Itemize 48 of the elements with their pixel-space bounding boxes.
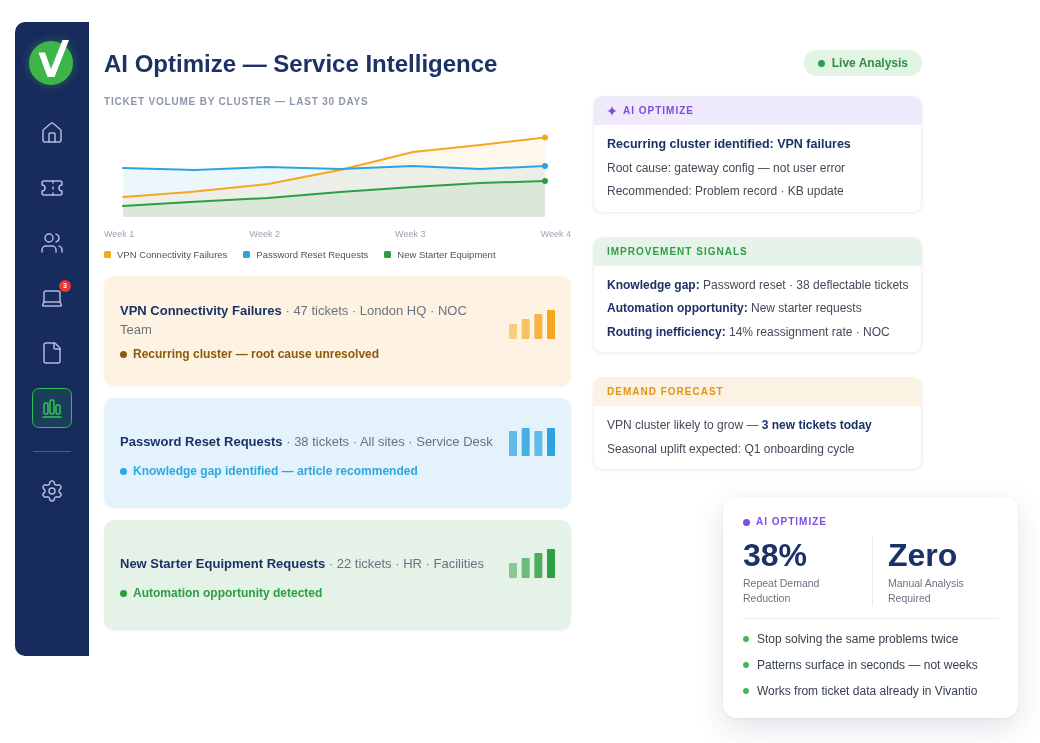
insight-text: Automation opportunity: New starter requests xyxy=(607,300,863,317)
cluster-summary: New Starter Equipment Requests · 22 tickets · HR · Facilities xyxy=(120,555,486,573)
sidebar-nav-button[interactable] xyxy=(32,388,72,428)
insight-text: VPN cluster likely to grow — 3 new tickets today xyxy=(607,417,873,434)
insight-text: Knowledge gap: Password reset · 38 deflectable tickets xyxy=(607,276,908,294)
chart-title: TICKET VOLUME BY CLUSTER — LAST 30 DAYS xyxy=(104,96,369,108)
users-icon xyxy=(40,231,64,255)
check-logo xyxy=(28,38,76,86)
insight-text: Root cause: gateway config — not user error xyxy=(607,159,847,177)
file-icon xyxy=(40,341,64,365)
panel-title: AI OPTIMIZE xyxy=(623,105,694,117)
status-text: Recurring cluster — root cause unresolved xyxy=(133,346,380,362)
cluster-summary: VPN Connectivity Failures · 47 tickets · London HQ · NOC Team xyxy=(120,301,468,339)
card-label: AI OPTIMIZE xyxy=(756,515,827,529)
stat-label: Manual Analysis Required xyxy=(888,576,965,606)
axis-label: Week 3 xyxy=(395,229,426,240)
bullet-dot-icon xyxy=(743,636,749,642)
settings-icon xyxy=(40,479,64,503)
benefit-text: Works from ticket data already in Vivantio xyxy=(757,683,978,700)
panel-title: DEMAND FORECAST xyxy=(607,386,724,398)
legend-label: Password Reset Requests xyxy=(256,249,369,260)
axis-label: Week 4 xyxy=(540,229,571,240)
panel-title: IMPROVEMENT SIGNALS xyxy=(607,245,748,258)
axis-label: Week 1 xyxy=(104,229,135,240)
cluster-summary: Password Reset Requests · 38 tickets · All sites · Service Desk xyxy=(120,433,494,451)
legend-label: VPN Connectivity Failures xyxy=(117,249,228,260)
status-text: Knowledge gap identified — article recommended xyxy=(133,464,418,479)
stat-value: 38% xyxy=(743,537,808,573)
label-dot-icon xyxy=(743,518,750,526)
axis-label: Week 2 xyxy=(249,229,280,240)
stat-label: Repeat Demand Reduction xyxy=(743,576,821,606)
insight-text: Recommended: Problem record · KB update xyxy=(607,183,845,200)
bar-chart-icon xyxy=(40,396,64,420)
live-dot-icon xyxy=(817,59,825,67)
bullet-dot-icon xyxy=(743,688,749,694)
insight-headline: Recurring cluster identified: VPN failures xyxy=(607,136,852,153)
benefit-text: Patterns surface in seconds — not weeks xyxy=(757,657,978,674)
legend-label: New Starter Equipment xyxy=(397,249,496,260)
insight-text: Seasonal uplift expected: Q1 onboarding cycle xyxy=(607,440,856,458)
status-text: Automation opportunity detected xyxy=(133,586,323,601)
status-label: Live Analysis xyxy=(831,56,908,70)
home-icon xyxy=(40,121,64,145)
page-title: AI Optimize — Service Intelligence xyxy=(104,50,498,78)
benefit-text: Stop solving the same problems twice xyxy=(757,631,959,648)
sparkle-icon xyxy=(607,106,617,116)
bullet-dot-icon xyxy=(743,662,749,668)
stat-value: Zero xyxy=(888,537,958,573)
insight-text: Routing inefficiency: 14% reassignment rate · NOC xyxy=(607,323,891,341)
